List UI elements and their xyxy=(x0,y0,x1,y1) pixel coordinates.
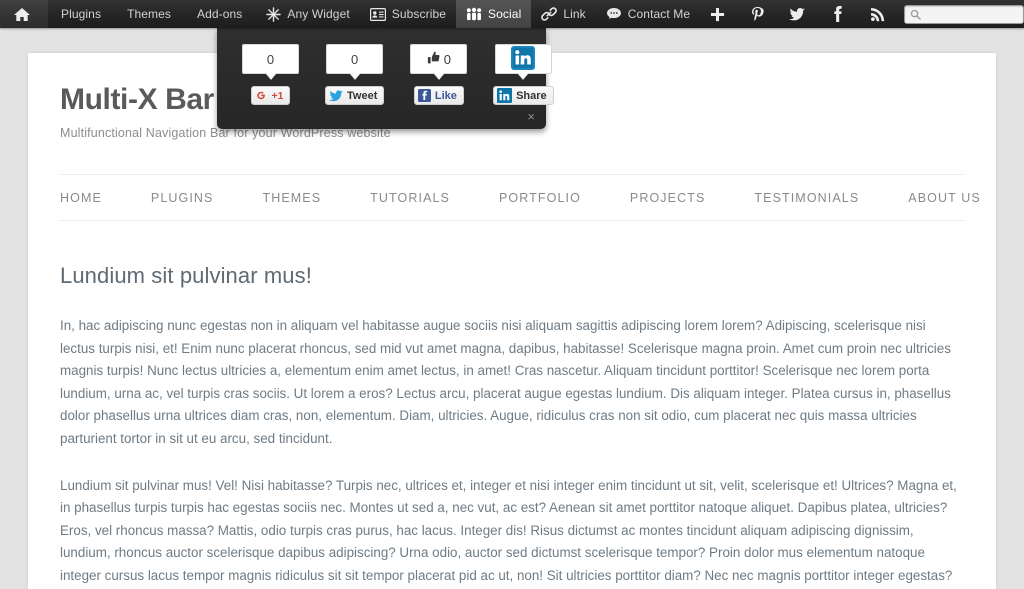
share-widget-facebook: 0 Like xyxy=(410,44,468,107)
facebook-count-bubble: 0 xyxy=(410,44,468,80)
googleplus-button-row: +1 xyxy=(250,86,291,107)
search-area xyxy=(904,4,1024,24)
screenshot-root: Multi-X Bar Plugin Multifunctional Navig… xyxy=(0,0,1024,589)
linkedin-logo-icon xyxy=(510,45,536,74)
pinterest-icon xyxy=(749,6,765,22)
linkedin-button-label: Share xyxy=(516,89,547,102)
home-icon xyxy=(14,6,30,22)
search-icon xyxy=(910,9,921,20)
twitter-button-label: Tweet xyxy=(347,89,378,102)
topbar-widget-any-widget-label: Any Widget xyxy=(287,7,350,21)
share-widget-twitter: 0 Tweet xyxy=(325,44,385,107)
linkedin-share-button[interactable]: Share xyxy=(493,86,554,105)
topbar-widget-any-widget[interactable]: Any Widget xyxy=(255,0,359,28)
site-nav-item-home[interactable]: HOME xyxy=(60,191,128,205)
topbar-item-themes[interactable]: Themes xyxy=(114,0,184,28)
google-plus-icon xyxy=(255,89,268,102)
site-nav-item-about-us[interactable]: ABOUT US xyxy=(908,191,1006,205)
multix-top-bar: Plugins Themes Add-ons Any Widget Subscr… xyxy=(0,0,1024,28)
googleplus-button-label: +1 xyxy=(271,89,284,102)
linkedin-icon xyxy=(497,88,513,103)
facebook-icon xyxy=(829,6,845,22)
site-nav-item-projects[interactable]: PROJECTS xyxy=(630,191,731,205)
social-share-row: 0 +1 0 Tweet 0 Like Share xyxy=(217,28,554,108)
site-page: Multi-X Bar Plugin Multifunctional Navig… xyxy=(28,53,996,589)
rss-icon xyxy=(869,6,885,22)
linkedin-button-row: Share xyxy=(493,86,554,108)
social-share-dropdown: 0 +1 0 Tweet 0 Like Share × xyxy=(217,28,554,129)
googleplus-plusone-button[interactable]: +1 xyxy=(250,86,291,105)
facebook-icon xyxy=(417,89,431,102)
site-nav-item-themes[interactable]: THEMES xyxy=(262,191,347,205)
topbar-item-themes-label: Themes xyxy=(127,7,172,21)
contact-card-icon xyxy=(369,6,386,22)
googleplus-count: 0 xyxy=(266,51,275,67)
topbar-widget-link[interactable]: Link xyxy=(531,0,595,28)
snowflake-icon xyxy=(265,6,281,22)
site-nav-item-tutorials[interactable]: TUTORIALS xyxy=(370,191,476,205)
facebook-button[interactable] xyxy=(820,0,860,28)
article-paragraph-2: Lundium sit pulvinar mus! Vel! Nisi habi… xyxy=(60,477,957,583)
plus-icon xyxy=(709,6,725,22)
topbar-widget-social-label: Social xyxy=(488,7,522,21)
linkedin-count-bubble xyxy=(494,44,552,80)
twitter-bird-icon xyxy=(329,89,343,102)
site-nav-item-testimonials[interactable]: TESTIMONIALS xyxy=(754,191,885,205)
people-group-icon xyxy=(466,6,482,22)
facebook-button-label: Like xyxy=(434,89,457,102)
home-button[interactable] xyxy=(0,0,48,28)
facebook-like-button[interactable]: Like xyxy=(413,86,464,105)
facebook-thumbsup-icon xyxy=(427,51,441,68)
chain-link-icon xyxy=(541,6,558,22)
close-icon[interactable]: × xyxy=(527,110,535,123)
topbar-widget-subscribe-label: Subscribe xyxy=(391,7,447,21)
rss-button[interactable] xyxy=(860,0,900,28)
topbar-widget-subscribe[interactable]: Subscribe xyxy=(360,0,456,28)
twitter-tweet-button[interactable]: Tweet xyxy=(325,86,385,105)
twitter-count: 0 xyxy=(351,51,359,67)
topbar-widget-contact-me-label: Contact Me xyxy=(627,7,691,21)
site-nav-item-plugins[interactable]: PLUGINS xyxy=(151,191,240,205)
twitter-button[interactable] xyxy=(780,0,820,28)
search-box[interactable] xyxy=(904,4,1024,24)
facebook-button-row: Like xyxy=(413,86,464,107)
article-heading: Lundium sit pulvinar mus! xyxy=(60,263,312,288)
twitter-icon xyxy=(789,6,806,22)
topbar-widget-link-label: Link xyxy=(563,7,586,21)
site-nav-item-portfolio[interactable]: PORTFOLIO xyxy=(499,191,607,205)
topbar-widget-contact-me[interactable]: Contact Me xyxy=(596,0,700,28)
site-primary-nav: HOME PLUGINS THEMES TUTORIALS PORTFOLIO … xyxy=(60,174,980,221)
facebook-count: 0 xyxy=(443,51,451,67)
twitter-count-bubble: 0 xyxy=(326,44,384,80)
topbar-item-addons[interactable]: Add-ons xyxy=(184,0,255,28)
topbar-widget-social[interactable]: Social xyxy=(456,0,532,28)
add-widget-button[interactable] xyxy=(700,0,740,28)
topbar-item-plugins-label: Plugins xyxy=(61,7,102,21)
article-paragraph-1: In, hac adipiscing nunc egestas non in a… xyxy=(60,318,951,446)
article: Lundium sit pulvinar mus! In, hac adipis… xyxy=(28,221,996,589)
googleplus-count-bubble: 0 xyxy=(242,44,299,80)
share-widget-linkedin: Share xyxy=(493,44,554,108)
twitter-button-row: Tweet xyxy=(325,86,385,107)
topbar-item-plugins[interactable]: Plugins xyxy=(48,0,114,28)
speech-bubble-icon xyxy=(606,6,622,22)
search-input[interactable] xyxy=(924,7,1019,21)
share-widget-googleplus: 0 +1 xyxy=(242,44,299,107)
topbar-item-addons-label: Add-ons xyxy=(197,7,243,21)
pinterest-button[interactable] xyxy=(740,0,780,28)
